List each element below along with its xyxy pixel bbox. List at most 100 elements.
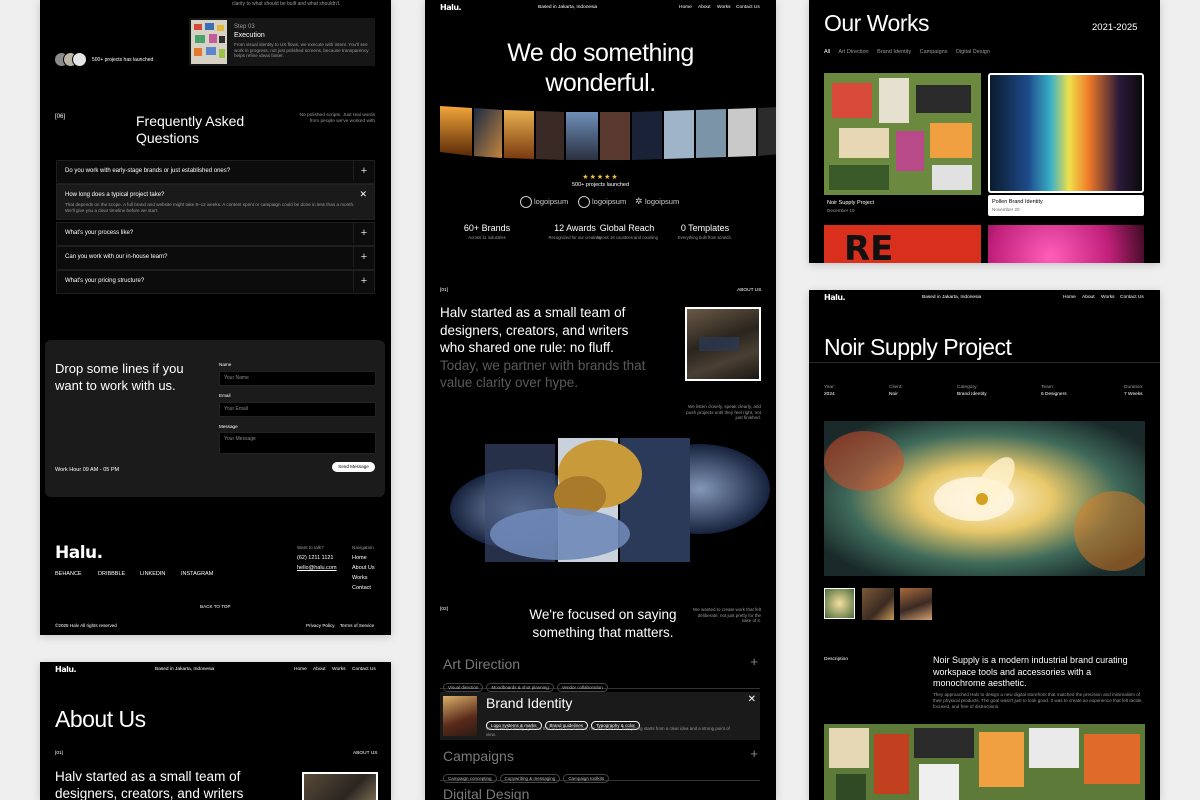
gallery-thumb[interactable] bbox=[900, 588, 932, 620]
meta-team: Team: 6 Designers bbox=[1041, 385, 1067, 397]
footer-nav-works[interactable]: Works bbox=[352, 575, 367, 581]
step-card: Step 03 Execution From visual identity t… bbox=[189, 18, 375, 66]
faq-side-text: No polished scripts. Just real words fro… bbox=[299, 113, 375, 124]
nav-works[interactable]: Works bbox=[1101, 295, 1115, 300]
strip-photo bbox=[504, 110, 534, 159]
plus-icon[interactable]: + bbox=[750, 746, 758, 761]
project-date: December 19 bbox=[827, 208, 855, 213]
project-card[interactable]: Noir Supply Project December 19 bbox=[824, 73, 981, 218]
service-campaigns[interactable]: Campaigns + Campaign concepting Copywriti… bbox=[440, 746, 760, 783]
nav-works[interactable]: Works bbox=[717, 5, 731, 10]
footer-nav-home[interactable]: Home bbox=[352, 555, 367, 561]
faq-question: What's your process like? bbox=[65, 230, 134, 236]
nav-home[interactable]: Home bbox=[294, 667, 307, 672]
filter-brand-identity[interactable]: Brand Identity bbox=[877, 49, 911, 55]
email-link[interactable]: hello@halu.com bbox=[297, 565, 337, 571]
about-label: ABOUT US bbox=[353, 751, 378, 756]
strip-photo bbox=[664, 110, 694, 159]
client-logo: logoipsum bbox=[534, 197, 569, 206]
message-input[interactable]: Your Message bbox=[219, 432, 376, 454]
filter-campaigns[interactable]: Campaigns bbox=[920, 49, 948, 55]
social-linkedin[interactable]: LINKEDIN bbox=[140, 571, 165, 577]
close-icon[interactable]: ✕ bbox=[748, 694, 756, 705]
close-icon[interactable]: ✕ bbox=[359, 189, 367, 200]
phone-number[interactable]: (62) 1211 1121 bbox=[297, 555, 334, 561]
social-dribbble[interactable]: DRIBBBLE bbox=[98, 571, 125, 577]
filter-all[interactable]: All bbox=[824, 49, 830, 55]
faq-item[interactable]: What's your pricing structure? + bbox=[56, 270, 375, 294]
nav-home[interactable]: Home bbox=[679, 5, 692, 10]
project-caption: Pollen Brand Identity November 20 bbox=[988, 195, 1144, 216]
nav-contact[interactable]: Contact Us bbox=[736, 5, 760, 10]
focus-side-text: We wanted to create work that felt delib… bbox=[693, 607, 761, 624]
plus-icon[interactable]: + bbox=[353, 223, 374, 243]
logo[interactable]: Halu. bbox=[824, 293, 846, 302]
years-range: 2021-2025 bbox=[1092, 22, 1138, 33]
faq-item[interactable]: Can you work with our in-house team? + bbox=[56, 246, 375, 270]
nav-works[interactable]: Works bbox=[332, 667, 346, 672]
cloud-image bbox=[450, 438, 770, 562]
project-name: Noir Supply Project bbox=[827, 200, 875, 206]
meta-duration: Duration: 7 Weeks bbox=[1124, 385, 1143, 397]
nav-home[interactable]: Home bbox=[1063, 295, 1076, 300]
plus-icon[interactable]: + bbox=[353, 161, 374, 181]
about-page: Halu. Based in Jakarta, Indonesia Home A… bbox=[40, 662, 391, 800]
strip-photo bbox=[474, 108, 502, 158]
gallery-thumb-selected[interactable] bbox=[824, 588, 855, 619]
project-card-highlight[interactable]: Pollen Brand Identity November 20 bbox=[988, 73, 1144, 218]
filter-art-direction[interactable]: Art Direction bbox=[838, 49, 868, 55]
location: Based in Jakarta, Indonesia bbox=[538, 5, 598, 10]
nav-contact[interactable]: Contact Us bbox=[1120, 295, 1144, 300]
project-thumb[interactable]: RE bbox=[824, 225, 981, 263]
nav-about[interactable]: About bbox=[313, 667, 326, 672]
social-instagram[interactable]: INSTAGRAM bbox=[181, 571, 213, 577]
footer-nav-contact[interactable]: Contact bbox=[352, 585, 371, 591]
faq-item[interactable]: What's your process like? + bbox=[56, 222, 375, 246]
filter-digital-design[interactable]: Digital Design bbox=[956, 49, 990, 55]
service-title: Brand Identity bbox=[486, 695, 573, 711]
logo[interactable]: Halu. bbox=[440, 3, 462, 12]
email-label: Email bbox=[219, 393, 231, 398]
nav-about[interactable]: About bbox=[698, 5, 711, 10]
faq-contact-page: clarity to what should be built and what… bbox=[40, 0, 391, 635]
service-image bbox=[443, 696, 477, 736]
page-title: About Us bbox=[55, 706, 146, 732]
footer-nav-about[interactable]: About Us bbox=[352, 565, 375, 571]
meta-value: Brand Identity bbox=[957, 392, 987, 397]
meta-client: Client: Noir bbox=[889, 385, 903, 397]
service-tag: Copywriting & messaging bbox=[499, 774, 561, 783]
service-brand-identity[interactable]: Brand Identity ✕ Logo systems & marks Bra… bbox=[440, 692, 760, 740]
terms-link[interactable]: Terms of Service bbox=[340, 623, 374, 628]
email-input[interactable]: Your Email bbox=[219, 402, 376, 417]
plus-icon[interactable]: + bbox=[353, 247, 374, 267]
about-intro: Halv started as a small team of designer… bbox=[55, 769, 244, 800]
want-to-talk: Want to talk? bbox=[297, 545, 324, 550]
name-input[interactable]: Your Name bbox=[219, 371, 376, 386]
client-logo: logoipsum bbox=[592, 197, 627, 206]
service-digital-design[interactable]: Digital Design bbox=[440, 784, 760, 800]
send-message-button[interactable]: Send Message bbox=[332, 462, 375, 472]
social-behance[interactable]: BEHANCE bbox=[55, 571, 82, 577]
nav-heading: Navigation bbox=[352, 545, 374, 550]
stat-value: Global Reach bbox=[599, 223, 655, 233]
back-to-top-link[interactable]: BACK TO TOP bbox=[200, 604, 231, 609]
project-thumb[interactable] bbox=[988, 225, 1144, 263]
logoipsum-icon: ✲ bbox=[635, 196, 643, 206]
gallery-thumb[interactable] bbox=[862, 588, 894, 620]
faq-item[interactable]: Do you work with early-stage brands or j… bbox=[56, 160, 375, 184]
name-label: Name bbox=[219, 362, 232, 367]
nav-contact[interactable]: Contact Us bbox=[352, 667, 376, 672]
service-tag: Visual direction bbox=[443, 683, 484, 692]
faq-item-open[interactable]: How long does a typical project take? ✕ … bbox=[56, 184, 375, 220]
service-art-direction[interactable]: Art Direction + Visual direction Moodboar… bbox=[440, 654, 760, 692]
plus-icon[interactable]: + bbox=[750, 654, 758, 669]
logo[interactable]: Halu. bbox=[55, 665, 77, 674]
nav-about[interactable]: About bbox=[1082, 295, 1095, 300]
rating-stars: ★★★★★ bbox=[582, 174, 619, 181]
strip-photo bbox=[536, 111, 564, 160]
plus-icon[interactable]: + bbox=[353, 271, 374, 291]
privacy-link[interactable]: Privacy Policy bbox=[306, 623, 335, 628]
strip-photo bbox=[600, 112, 630, 160]
service-tag: Campaign concepting bbox=[443, 774, 497, 783]
service-desc: We develop identity systems that act as … bbox=[486, 726, 730, 737]
